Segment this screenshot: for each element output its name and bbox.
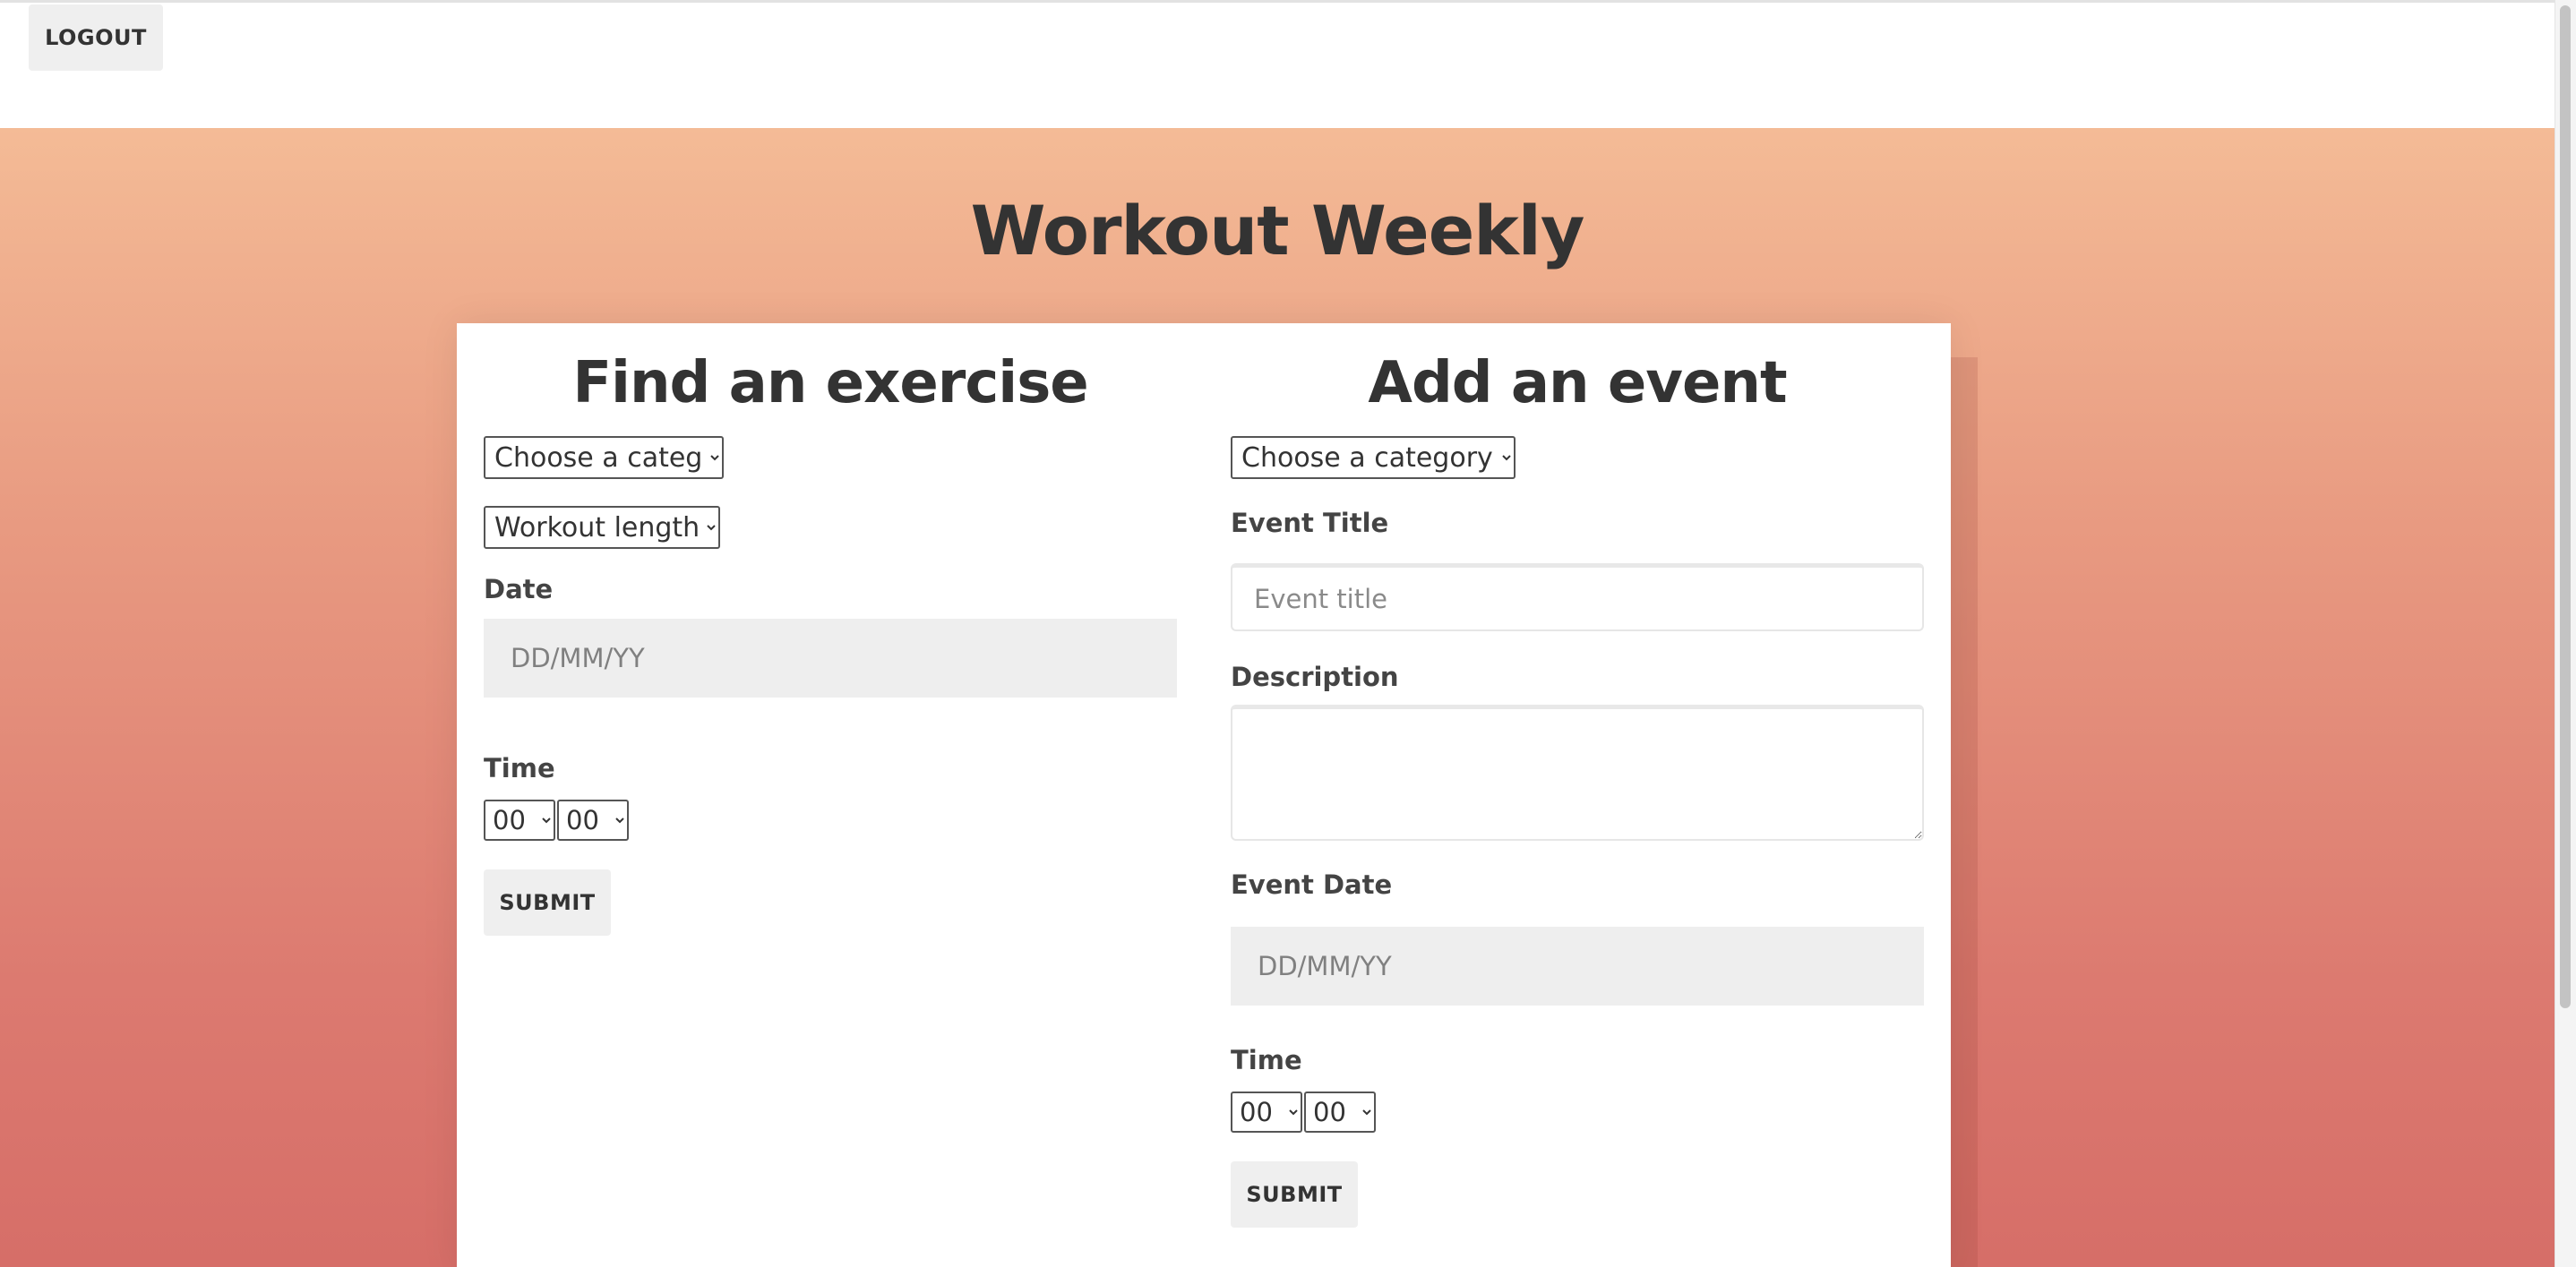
event-time-hour-select[interactable]: 00 <box>1231 1092 1302 1133</box>
event-category-select[interactable]: Choose a category: <box>1231 436 1516 479</box>
page-root: LOGOUT Workout Weekly Find an exercise C… <box>0 0 2576 1267</box>
event-title-label: Event Title <box>1231 508 1389 538</box>
date-input[interactable] <box>484 619 1177 698</box>
event-time-minute-select[interactable]: 00 <box>1304 1092 1376 1133</box>
event-date-input[interactable] <box>1231 927 1924 1006</box>
forms-card: Find an exercise Choose a category: Work… <box>457 323 1951 1267</box>
find-time-minute-select[interactable]: 00 <box>557 800 629 841</box>
workout-length-select[interactable]: Workout length: <box>484 506 720 549</box>
time-label: Time <box>484 753 555 783</box>
top-bar: LOGOUT <box>0 3 2555 128</box>
logout-button[interactable]: LOGOUT <box>29 4 163 71</box>
date-label: Date <box>484 574 554 604</box>
add-event-title: Add an event <box>1368 350 1787 416</box>
event-submit-button[interactable]: SUBMIT <box>1231 1161 1358 1228</box>
description-label: Description <box>1231 662 1399 692</box>
scrollbar-thumb[interactable] <box>2560 5 2571 1008</box>
event-time-label: Time <box>1231 1045 1302 1075</box>
hero-section: Workout Weekly Find an exercise Choose a… <box>0 128 2555 1267</box>
find-time-hour-select[interactable]: 00 <box>484 800 555 841</box>
find-exercise-title: Find an exercise <box>572 350 1088 416</box>
description-textarea[interactable] <box>1231 705 1924 841</box>
find-category-select[interactable]: Choose a category: <box>484 436 724 479</box>
event-title-input[interactable] <box>1231 563 1924 631</box>
find-submit-button[interactable]: SUBMIT <box>484 869 611 936</box>
event-date-label: Event Date <box>1231 869 1393 900</box>
page-title: Workout Weekly <box>970 191 1585 270</box>
